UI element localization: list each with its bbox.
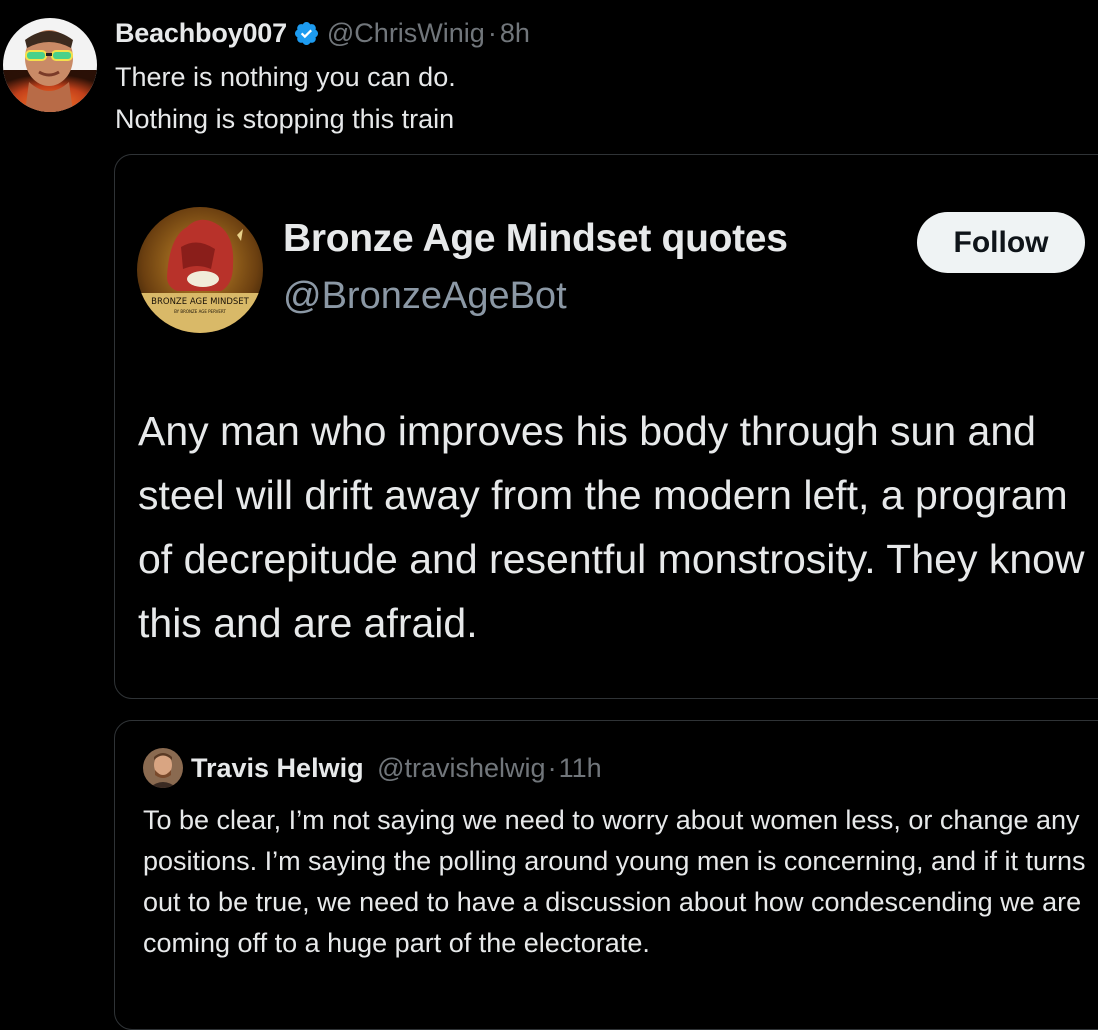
avatar-logo-text: BRONZE AGE MINDSET (151, 297, 250, 307)
bronze-age-avatar-image: BRONZE AGE MINDSET BY BRONZE AGE PERVERT (137, 207, 263, 333)
follow-button[interactable]: Follow (917, 212, 1085, 273)
card-account-name[interactable]: Bronze Age Mindset quotes (283, 217, 788, 261)
quoted-tweet-text: To be clear, I’m not saying we need to w… (143, 805, 1086, 958)
tweet-text-line: There is nothing you can do. (115, 62, 456, 92)
bronze-age-avatar[interactable]: BRONZE AGE MINDSET BY BRONZE AGE PERVERT (137, 207, 263, 333)
author-avatar-image (3, 18, 97, 112)
card-account-handle[interactable]: @BronzeAgeBot (283, 275, 567, 318)
verified-badge-icon (294, 21, 318, 45)
quoted-timestamp[interactable]: 11h (559, 753, 602, 783)
tweet-text-line: Nothing is stopping this train (115, 104, 455, 134)
quoted-separator: · (547, 753, 557, 783)
header-separator: · (487, 18, 497, 48)
author-avatar[interactable] (3, 18, 97, 112)
embedded-tweet-card[interactable]: BRONZE AGE MINDSET BY BRONZE AGE PERVERT… (114, 154, 1098, 699)
tweet-screen: Beachboy007 @ChrisWinig · 8h There is no… (0, 0, 1098, 1030)
tweet-header: Beachboy007 @ChrisWinig · 8h (115, 16, 530, 50)
quoted-author-avatar-image (143, 748, 183, 788)
card-quote-text: Any man who improves his body through su… (138, 408, 1085, 646)
tweet-text: There is nothing you can do. Nothing is … (115, 56, 456, 140)
quoted-author-handle[interactable]: @travishelwig (377, 753, 545, 783)
avatar-logo-subtext: BY BRONZE AGE PERVERT (174, 309, 226, 314)
author-display-name[interactable]: Beachboy007 (115, 16, 287, 50)
quoted-author-name[interactable]: Travis Helwig (191, 753, 364, 783)
quoted-tweet-header: Travis Helwig @travishelwig·11h (191, 751, 602, 785)
tweet-timestamp[interactable]: 8h (500, 16, 530, 50)
author-handle[interactable]: @ChrisWinig (327, 16, 485, 50)
quoted-author-avatar[interactable] (143, 748, 183, 788)
quoted-tweet[interactable]: Travis Helwig @travishelwig·11h To be cl… (114, 720, 1098, 1030)
